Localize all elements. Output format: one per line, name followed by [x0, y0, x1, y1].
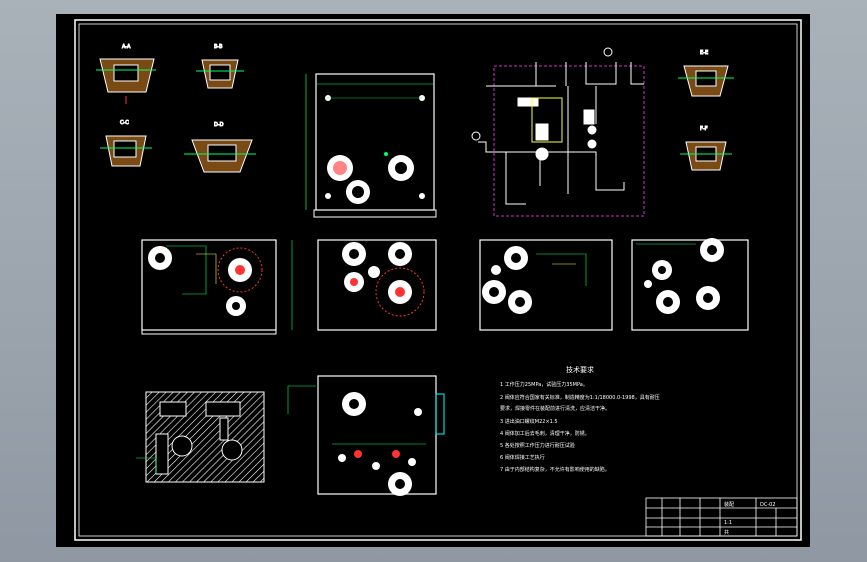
note-line-5: 4 阀体加工后去毛刺，清理干净，防锈。 [500, 430, 590, 437]
cad-drawing-canvas[interactable]: A-A B-B C-C D-D E-E F-F 技术要求 1 工作压力25MPa… [56, 14, 810, 547]
section-view-top-left-3: C-C [100, 120, 152, 167]
section-label-c: C-C [120, 120, 129, 126]
section-label-a: A-A [122, 44, 131, 50]
note-line-6: 5 各处按照工作压力进行耐压试验 [500, 442, 575, 449]
title-block-scale: 1:1 [724, 520, 732, 526]
note-line-7: 6 阀体焊接工艺执行 [500, 454, 545, 461]
hatched-section-view [136, 391, 265, 483]
section-label-e: E-E [700, 50, 708, 56]
note-line-3: 要求，焊接零件在装配前进行清洗，应清洁干净。 [500, 405, 610, 412]
title-block-company: 装配 [724, 501, 734, 508]
section-view-top-right-2: F-F [680, 126, 732, 171]
lower-detail-view [287, 375, 445, 496]
middle-view-4 [631, 238, 749, 331]
note-line-8: 7 由于内部结构复杂，不允许有影响使用的缺陷。 [500, 466, 610, 473]
notes-title: 技术要求 [566, 365, 594, 374]
section-label-b: B-B [214, 44, 223, 50]
hydraulic-schematic [471, 47, 645, 217]
section-view-top-left-1: A-A [96, 44, 156, 104]
middle-view-1 [141, 239, 277, 335]
section-view-top-left-4: D-D [184, 122, 256, 173]
title-block: 装配 DC-02 1:1 共 [645, 497, 798, 537]
drawing-sheet: A-A B-B C-C D-D E-E F-F 技术要求 1 工作压力25MPa… [56, 14, 810, 547]
title-block-drawing-no: DC-02 [760, 502, 776, 508]
note-line-1: 1 工作压力25MPa，试验压力35MPa。 [500, 381, 588, 388]
note-line-2: 2 阀体应符合国家有关标准，制造精度为1:1/18000.0-1998，具有耐压 [500, 394, 660, 401]
section-label-d: D-D [214, 122, 224, 128]
middle-view-2 [291, 239, 437, 331]
note-line-4: 3 进出油口螺纹M22×1.5 [500, 418, 558, 425]
main-plate-top-view [305, 73, 437, 218]
section-view-top-right-1: E-E [678, 50, 734, 97]
technical-notes: 技术要求 1 工作压力25MPa，试验压力35MPa。 2 阀体应符合国家有关标… [500, 365, 660, 473]
section-label-f: F-F [700, 126, 708, 132]
section-view-top-left-2: B-B [196, 44, 244, 89]
middle-view-3 [479, 239, 613, 331]
title-block-sheet: 共 [724, 529, 729, 536]
